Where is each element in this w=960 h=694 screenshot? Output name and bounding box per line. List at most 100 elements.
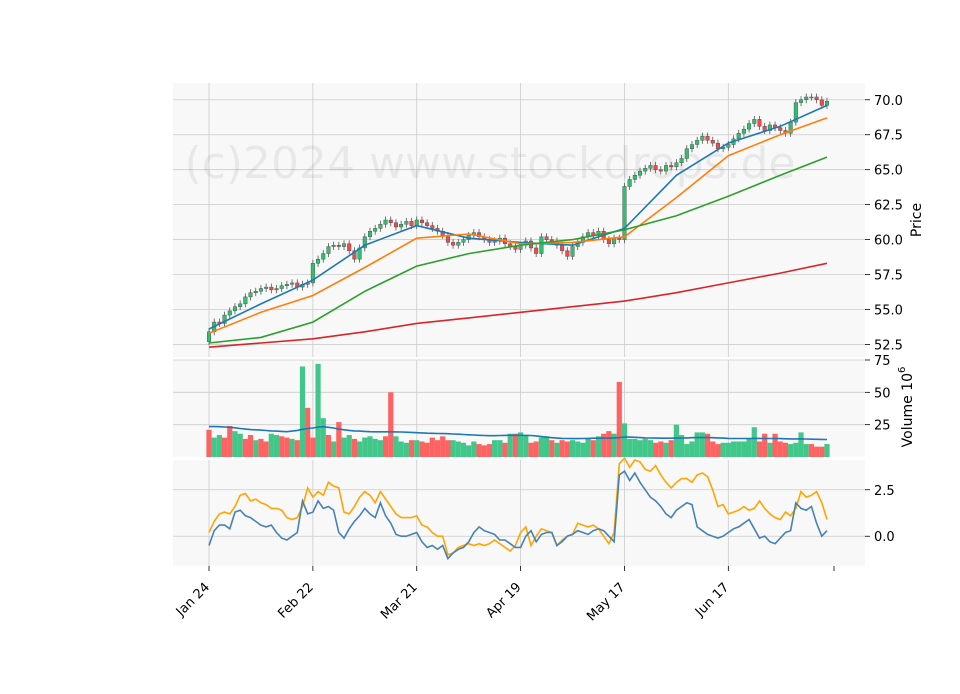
candle-body	[326, 246, 331, 254]
price-axis-label: Price	[909, 203, 925, 237]
volume-bar	[497, 440, 503, 457]
volume-bar	[466, 445, 472, 457]
candle-body	[726, 144, 731, 148]
candle-body	[544, 236, 549, 240]
volume-bar	[388, 392, 394, 457]
candle-body	[253, 291, 258, 293]
volume-bar	[710, 441, 716, 457]
volume-bar	[767, 442, 773, 457]
volume-bar	[445, 440, 451, 457]
volume-bar	[284, 437, 290, 457]
volume-bar	[663, 442, 669, 457]
volume-tick-label: 50	[874, 386, 891, 401]
candle-body	[425, 222, 430, 226]
candle-body	[679, 158, 684, 163]
volume-bar	[668, 440, 674, 457]
volume-bar	[398, 441, 404, 457]
indicator-panel	[173, 460, 865, 566]
candle-body	[373, 228, 378, 232]
volume-bar	[585, 438, 591, 457]
volume-bar	[575, 441, 581, 457]
volume-bar	[232, 431, 238, 457]
candle-body	[653, 165, 658, 170]
volume-bar	[782, 442, 789, 457]
volume-bar	[492, 440, 498, 457]
volume-bar	[632, 438, 638, 457]
candle-body	[383, 219, 388, 225]
candle-body	[752, 119, 757, 124]
volume-bar	[320, 418, 326, 457]
stock-chart: (c)2024 www.stockdrops.de Jan 24 Feb 22 Ma…	[173, 83, 925, 624]
volume-bar	[346, 435, 352, 457]
candle-body	[539, 236, 544, 254]
volume-axis-label-text: Volume	[900, 395, 916, 447]
volume-bar	[756, 441, 763, 457]
candle-body	[762, 126, 767, 131]
candle-body	[705, 135, 710, 141]
volume-bar	[434, 440, 441, 457]
indicator-tick-label: 2.5	[874, 484, 895, 499]
candle-body	[799, 99, 804, 103]
volume-bar	[824, 444, 830, 457]
candle-body	[814, 96, 819, 100]
candle-body	[290, 282, 295, 285]
volume-bar	[325, 435, 332, 457]
volume-tick-label: 75	[874, 354, 891, 369]
volume-bar	[601, 433, 607, 457]
candle-body	[778, 127, 783, 131]
candle-body	[648, 165, 653, 169]
volume-bar	[595, 436, 602, 457]
volume-bar	[554, 442, 560, 457]
x-tick-label: Mar 21	[378, 580, 421, 623]
volume-bar	[772, 433, 778, 457]
candle-body	[232, 306, 237, 312]
candle-body	[534, 247, 539, 254]
x-tick-label: Apr 19	[483, 580, 524, 621]
volume-bar	[580, 442, 586, 457]
volume-bar	[305, 407, 311, 457]
volume-bar	[533, 441, 539, 457]
volume-bar	[725, 442, 731, 457]
candle-body	[419, 219, 424, 223]
candle-body	[393, 222, 398, 228]
price-tick-label: 60.0	[874, 234, 903, 249]
price-tick-label: 52.5	[874, 338, 903, 353]
volume-bar	[460, 442, 467, 457]
volume-bar	[372, 438, 378, 457]
volume-bar	[720, 442, 726, 457]
volume-bar	[279, 436, 285, 457]
volume-bar	[512, 433, 519, 457]
volume-bar	[377, 440, 383, 457]
volume-bar	[751, 427, 757, 457]
candle-body	[456, 242, 461, 246]
volume-bar	[689, 441, 695, 457]
candle-body	[664, 165, 669, 172]
volume-bar	[502, 442, 508, 457]
x-tick-label: Jun 17	[692, 580, 732, 620]
volume-bar	[310, 437, 316, 457]
candle-body	[819, 99, 824, 106]
volume-bar	[569, 440, 576, 457]
volume-axis-label: Volume 106	[897, 367, 916, 448]
volume-bar	[424, 442, 430, 457]
volume-bar	[273, 435, 280, 457]
volume-bar	[263, 441, 269, 457]
candle-body	[451, 242, 456, 246]
candle-body	[669, 165, 674, 168]
volume-bar	[294, 440, 300, 457]
volume-bar	[221, 437, 228, 457]
volume-bar	[549, 440, 555, 457]
volume-bar	[336, 422, 342, 457]
volume-bar	[393, 436, 399, 457]
candle-body	[378, 223, 383, 229]
volume-bar	[408, 440, 415, 457]
volume-bar	[253, 440, 259, 457]
svg-text:Volume 106: Volume 106	[897, 367, 916, 448]
volume-bar	[699, 432, 705, 457]
volume-bar	[455, 441, 461, 457]
volume-bar	[590, 440, 596, 457]
volume-bar	[528, 442, 534, 457]
volume-bar	[367, 436, 373, 457]
candle-body	[565, 250, 570, 257]
candle-body	[414, 219, 419, 226]
